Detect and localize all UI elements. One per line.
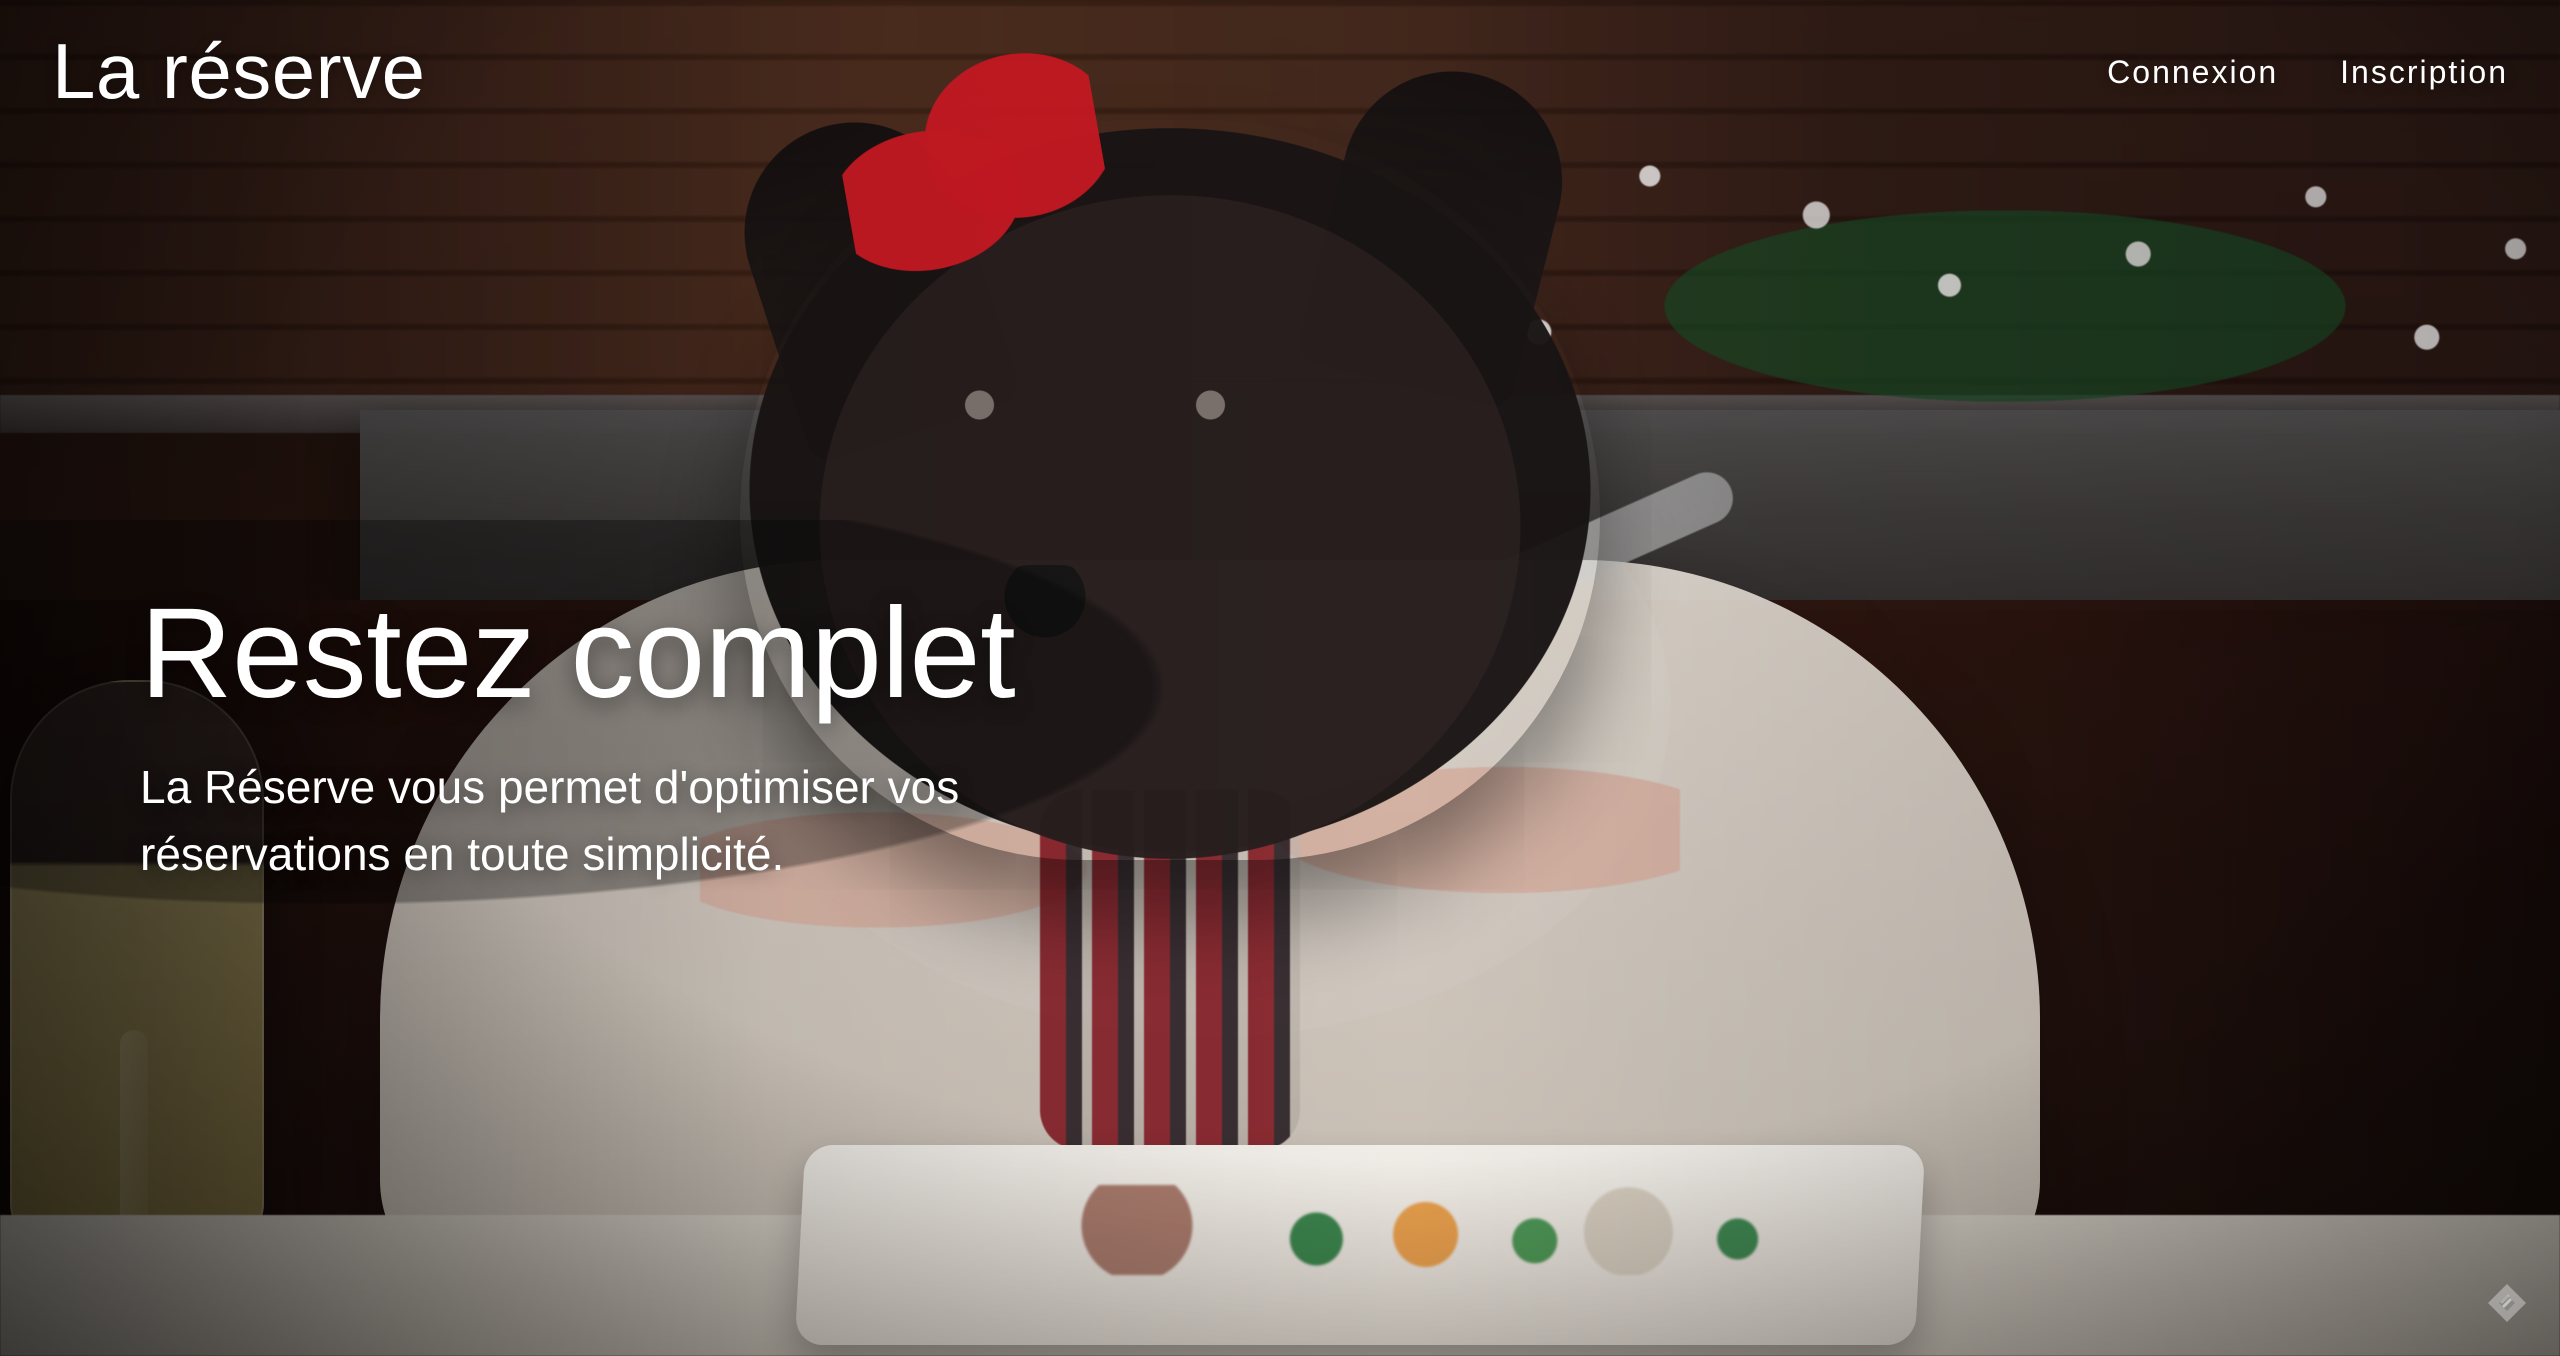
hero-section: La réserve Connexion Inscription Restez … <box>0 0 2560 1356</box>
nav-login-link[interactable]: Connexion <box>2107 54 2278 91</box>
top-nav: La réserve Connexion Inscription <box>0 0 2560 140</box>
site-logo[interactable]: La réserve <box>52 32 426 110</box>
background-lights <box>1450 150 2560 410</box>
hero-title: Restez complet <box>140 582 1016 725</box>
tag-icon[interactable] <box>2482 1278 2532 1328</box>
nav-signup-link[interactable]: Inscription <box>2340 54 2508 91</box>
hero-headline: Restez complet La Réserve vous permet d'… <box>140 590 1120 887</box>
dog-eyes <box>930 360 1260 450</box>
hero-subtitle: La Réserve vous permet d'optimiser vos r… <box>140 761 960 880</box>
tag-icon-svg <box>2488 1284 2526 1322</box>
nav-links: Connexion Inscription <box>2107 32 2508 91</box>
food <box>1020 1185 1800 1275</box>
